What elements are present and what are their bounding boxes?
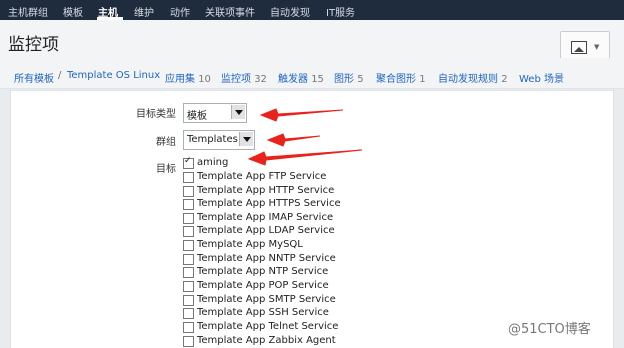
tab-label: 应用集 <box>165 74 195 85</box>
target-checkbox-label: Template App Zabbix Agent <box>197 335 336 346</box>
target-checkbox-label: Template App SSH Service <box>197 307 329 318</box>
nav-discovery[interactable]: 自动发现 <box>270 4 310 19</box>
tab-label: 自动发现规则 <box>438 74 498 85</box>
target-checkbox[interactable] <box>183 254 194 265</box>
breadcrumb-separator: / <box>58 70 62 81</box>
target-checkbox[interactable] <box>183 281 194 292</box>
top-navigation: 主机群组 模板 主机 维护 动作 关联项事件 自动发现 IT服务 <box>0 0 624 20</box>
tab-graphs[interactable]: 图形 5 <box>334 70 364 85</box>
target-checkbox-label: Template App POP Service <box>197 280 329 291</box>
watermark: @51CTO博客 <box>508 322 591 337</box>
page-header: 监控项 ▼ <box>0 20 624 63</box>
target-checkbox-label: Template App HTTPS Service <box>197 198 341 209</box>
target-checkbox-label: Template App MySQL <box>197 239 303 250</box>
tab-label: 聚合图形 <box>376 74 416 85</box>
target-checkbox-label: Template App IMAP Service <box>197 212 334 223</box>
nav-host-groups[interactable]: 主机群组 <box>8 4 48 19</box>
tab-count: 32 <box>254 74 267 85</box>
target-checkbox[interactable] <box>183 308 194 319</box>
target-checkbox[interactable] <box>183 322 194 333</box>
tab-count: 1 <box>419 74 426 85</box>
target-checkbox[interactable] <box>183 186 194 197</box>
nav-templates[interactable]: 模板 <box>63 4 83 19</box>
target-checkbox-label: Template App FTP Service <box>197 171 327 182</box>
tab-label: 监控项 <box>221 74 251 85</box>
tab-items[interactable]: 监控项 32 <box>221 70 267 85</box>
breadcrumb-template[interactable]: Template OS Linux <box>67 70 160 81</box>
tab-triggers[interactable]: 触发器 15 <box>278 70 324 85</box>
target-type-value: 模板 <box>187 111 207 122</box>
target-checkbox[interactable] <box>183 336 194 347</box>
target-checkbox-aming[interactable] <box>183 156 194 169</box>
tab-count: 2 <box>501 74 508 85</box>
breadcrumb: 所有模板 / Template OS Linux 应用集 10 监控项 32 触… <box>0 58 624 89</box>
nav-correlation[interactable]: 关联项事件 <box>205 4 255 19</box>
chevron-down-icon <box>239 132 253 146</box>
target-checkbox-label: aming <box>197 157 229 168</box>
target-checkbox-label: Template App HTTP Service <box>197 185 335 196</box>
tab-count: 10 <box>198 74 211 85</box>
tab-applications[interactable]: 应用集 10 <box>165 70 211 85</box>
target-checkbox[interactable] <box>183 199 194 210</box>
target-checkbox[interactable] <box>183 267 194 278</box>
target-checkbox-label: Template App NNTP Service <box>197 253 336 264</box>
nav-actions[interactable]: 动作 <box>170 4 190 19</box>
target-checkbox-label: Template App LDAP Service <box>197 225 335 236</box>
image-icon <box>571 41 587 54</box>
nav-it-services[interactable]: IT服务 <box>326 4 355 19</box>
target-type-label: 目标类型 <box>136 109 176 120</box>
target-checkbox[interactable] <box>183 213 194 224</box>
tab-web-scenarios[interactable]: Web 场景 <box>519 70 564 85</box>
tab-label: 图形 <box>334 74 354 85</box>
tab-discovery-rules[interactable]: 自动发现规则 2 <box>438 70 508 85</box>
target-checkbox[interactable] <box>183 295 194 306</box>
tab-count: 15 <box>311 74 324 85</box>
target-type-select[interactable]: 模板 <box>183 103 247 123</box>
page-title: 监控项 <box>8 35 59 55</box>
target-checkbox-label: Template App Telnet Service <box>197 321 339 332</box>
target-checkbox[interactable] <box>183 172 194 183</box>
group-value: Templates <box>187 134 238 145</box>
target-checkbox[interactable] <box>183 240 194 251</box>
tab-label: 触发器 <box>278 74 308 85</box>
chevron-down-icon <box>231 105 245 119</box>
nav-maintenance[interactable]: 维护 <box>134 4 154 19</box>
target-checkbox-label: Template App SMTP Service <box>197 294 336 305</box>
target-label: 目标 <box>156 164 176 175</box>
group-label: 群组 <box>156 137 176 148</box>
target-checkbox-label: Template App NTP Service <box>197 266 329 277</box>
tab-screens[interactable]: 聚合图形 1 <box>376 70 426 85</box>
chevron-down-icon: ▼ <box>594 43 600 51</box>
tab-count: 5 <box>357 74 364 85</box>
target-checkbox[interactable] <box>183 226 194 237</box>
group-select[interactable]: Templates <box>183 130 255 150</box>
breadcrumb-all-templates[interactable]: 所有模板 <box>14 70 54 85</box>
